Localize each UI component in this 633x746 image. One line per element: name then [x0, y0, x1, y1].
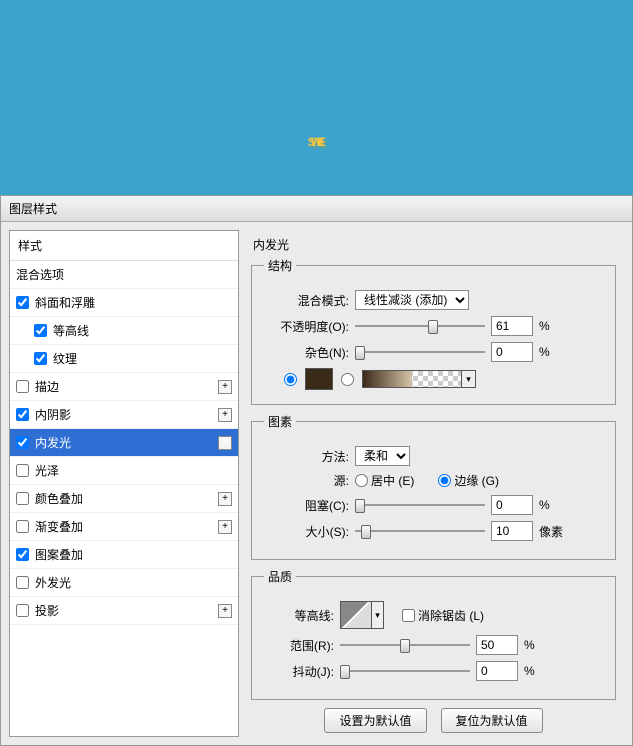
solid-color-radio[interactable] — [284, 373, 297, 386]
style-checkbox[interactable] — [34, 352, 47, 365]
opacity-label: 不透明度(O): — [264, 318, 349, 335]
noise-input[interactable] — [491, 342, 533, 362]
antialias-checkbox[interactable]: 消除锯齿 (L) — [402, 607, 484, 624]
style-checkbox[interactable] — [16, 576, 29, 589]
blend-mode-select[interactable]: 线性减淡 (添加) — [355, 290, 469, 310]
color-swatch[interactable] — [305, 368, 333, 390]
style-item-等高线[interactable]: 等高线 — [10, 317, 238, 345]
style-label: 纹理 — [53, 350, 77, 367]
style-item-渐变叠加[interactable]: 渐变叠加 + — [10, 513, 238, 541]
quality-group: 品质 等高线: ▾ 消除锯齿 (L) 范围(R): % — [251, 568, 616, 700]
style-checkbox[interactable] — [34, 324, 47, 337]
style-label: 内阴影 — [35, 406, 71, 423]
source-label: 源: — [264, 472, 349, 489]
style-item-内阴影[interactable]: 内阴影 + — [10, 401, 238, 429]
technique-label: 方法: — [264, 448, 349, 465]
style-checkbox[interactable] — [16, 604, 29, 617]
structure-legend: 结构 — [264, 257, 296, 274]
styles-list: 样式 混合选项 斜面和浮雕等高线纹理描边+内阴影+内发光+光泽颜色叠加+渐变叠加… — [9, 230, 239, 737]
add-icon[interactable]: + — [218, 408, 232, 422]
add-icon[interactable]: + — [218, 520, 232, 534]
source-center-radio[interactable]: 居中 (E) — [355, 472, 414, 489]
style-item-内发光[interactable]: 内发光 + — [10, 429, 238, 457]
range-input[interactable] — [476, 635, 518, 655]
size-slider[interactable] — [355, 523, 485, 539]
gradient-swatch[interactable] — [362, 370, 462, 388]
effect-title: 内发光 — [253, 236, 616, 253]
style-label: 图案叠加 — [35, 546, 83, 563]
style-item-斜面和浮雕[interactable]: 斜面和浮雕 — [10, 289, 238, 317]
elements-group: 图素 方法: 柔和 源: 居中 (E) 边缘 (G) 阻塞(C): % — [251, 413, 616, 560]
layer-style-dialog: 图层样式 样式 混合选项 斜面和浮雕等高线纹理描边 + 内阴影 + 内发光 + 光泽颜色叠加… — [0, 195, 633, 746]
dialog-title-bar[interactable]: 图层样式 — [1, 196, 632, 222]
size-label: 大小(S): — [264, 523, 349, 540]
elements-legend: 图素 — [264, 413, 296, 430]
style-item-颜色叠加[interactable]: 颜色叠加 + — [10, 485, 238, 513]
contour-label: 等高线: — [264, 607, 334, 624]
jitter-input[interactable] — [476, 661, 518, 681]
style-checkbox[interactable] — [16, 296, 29, 309]
preview-canvas: SWEET — [0, 0, 633, 195]
opacity-input[interactable] — [491, 316, 533, 336]
style-item-描边[interactable]: 描边 + — [10, 373, 238, 401]
style-checkbox[interactable] — [16, 492, 29, 505]
effect-settings: 内发光 结构 混合模式: 线性减淡 (添加) 不透明度(O): % 杂色(N): — [243, 230, 624, 737]
style-label: 渐变叠加 — [35, 518, 83, 535]
choke-label: 阻塞(C): — [264, 497, 349, 514]
add-icon[interactable]: + — [218, 492, 232, 506]
style-label: 外发光 — [35, 574, 71, 591]
blend-mode-label: 混合模式: — [264, 292, 349, 309]
style-item-外发光[interactable]: 外发光 — [10, 569, 238, 597]
style-label: 等高线 — [53, 322, 89, 339]
opacity-slider[interactable] — [355, 318, 485, 334]
style-item-图案叠加[interactable]: 图案叠加 — [10, 541, 238, 569]
style-label: 内发光 — [35, 434, 71, 451]
style-label: 颜色叠加 — [35, 490, 83, 507]
preview-text: SWEET — [308, 17, 326, 179]
reset-default-button[interactable]: 复位为默认值 — [441, 708, 543, 733]
choke-input[interactable] — [491, 495, 533, 515]
choke-slider[interactable] — [355, 497, 485, 513]
contour-picker[interactable] — [340, 601, 372, 629]
make-default-button[interactable]: 设置为默认值 — [324, 708, 426, 733]
noise-slider[interactable] — [355, 344, 485, 360]
quality-legend: 品质 — [264, 568, 296, 585]
style-checkbox[interactable] — [16, 520, 29, 533]
blend-options-item[interactable]: 混合选项 — [10, 261, 238, 289]
style-label: 光泽 — [35, 462, 59, 479]
style-item-纹理[interactable]: 纹理 — [10, 345, 238, 373]
style-checkbox[interactable] — [16, 548, 29, 561]
add-icon[interactable]: + — [218, 604, 232, 618]
pct-unit: % — [539, 319, 565, 333]
source-edge-radio[interactable]: 边缘 (G) — [438, 472, 499, 489]
add-icon[interactable]: + — [218, 436, 232, 450]
contour-dropdown[interactable]: ▾ — [372, 601, 384, 629]
add-icon[interactable]: + — [218, 380, 232, 394]
style-label: 投影 — [35, 602, 59, 619]
styles-header[interactable]: 样式 — [10, 231, 238, 261]
noise-label: 杂色(N): — [264, 344, 349, 361]
technique-select[interactable]: 柔和 — [355, 446, 410, 466]
size-input[interactable] — [491, 521, 533, 541]
style-label: 描边 — [35, 378, 59, 395]
gradient-radio[interactable] — [341, 373, 354, 386]
style-checkbox[interactable] — [16, 436, 29, 449]
jitter-label: 抖动(J): — [264, 663, 334, 680]
range-label: 范围(R): — [264, 637, 334, 654]
style-item-投影[interactable]: 投影 + — [10, 597, 238, 625]
structure-group: 结构 混合模式: 线性减淡 (添加) 不透明度(O): % 杂色(N): % — [251, 257, 616, 405]
style-checkbox[interactable] — [16, 408, 29, 421]
style-label: 斜面和浮雕 — [35, 294, 95, 311]
style-item-光泽[interactable]: 光泽 — [10, 457, 238, 485]
jitter-slider[interactable] — [340, 663, 470, 679]
gradient-dropdown[interactable]: ▾ — [462, 370, 476, 388]
style-checkbox[interactable] — [16, 380, 29, 393]
range-slider[interactable] — [340, 637, 470, 653]
style-checkbox[interactable] — [16, 464, 29, 477]
